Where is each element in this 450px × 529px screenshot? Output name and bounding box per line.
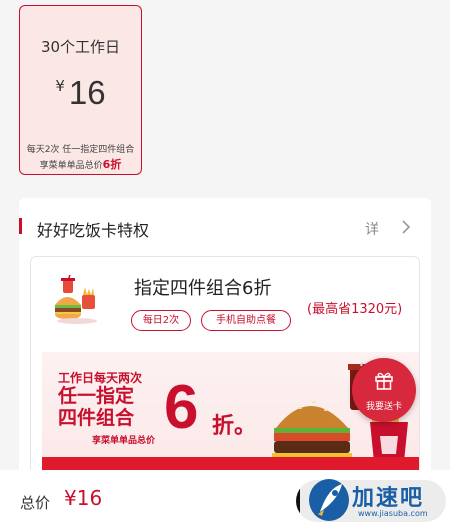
watermark-url: www.jiasuba.com [358,509,428,518]
send-card-button[interactable]: 我要送卡 [352,358,416,422]
plan-description-discount: 享菜单单品总价6折 [20,156,141,172]
plan-discount-prefix: 享菜单单品总价 [39,161,103,171]
banner-line1: 工作日每天两次 [58,371,143,385]
gift-icon [375,372,393,390]
banner-line2: 任一指定 [58,385,135,407]
section-accent-bar [19,218,22,234]
plan-price: ¥16 [20,74,141,112]
total-label: 总价 [20,494,51,512]
banner-discount-suffix: 折。 [212,414,257,439]
watermark: 加速吧 www.jiasuba.com [300,472,450,529]
offer-tag-self-order: 手机自助点餐 [201,310,291,331]
plan-price-value: 16 [68,74,106,111]
banner-line4: 享菜单单品总价 [92,436,156,446]
plan-days: 30个工作日 [40,38,121,56]
plan-card[interactable]: 30个工作日 ¥16 每天2次 任一指定四件组合 享菜单单品总价6折 [19,5,142,175]
watermark-title: 加速吧 [352,486,425,511]
offer-max-saving: (最高省1320元) [307,302,403,317]
plan-discount-value: 6折 [102,158,122,171]
chevron-right-icon[interactable] [399,219,413,235]
offer-tag-daily: 每日2次 [131,310,191,331]
rocket-logo-icon [309,479,349,521]
privilege-detail-link[interactable]: 详 [365,219,379,239]
send-card-label: 我要送卡 [365,402,402,412]
total-value: ¥16 [64,486,103,510]
banner-line3: 四件组合 [58,407,135,429]
banner-discount-number: 6 [164,373,199,442]
privilege-title: 好好吃饭卡特权 [37,221,150,240]
plan-currency: ¥ [55,77,65,95]
burger-meal-icon [55,275,97,324]
offer-title: 指定四件组合6折 [134,278,272,299]
plan-description-usage: 每天2次 任一指定四件组合 [26,145,135,155]
